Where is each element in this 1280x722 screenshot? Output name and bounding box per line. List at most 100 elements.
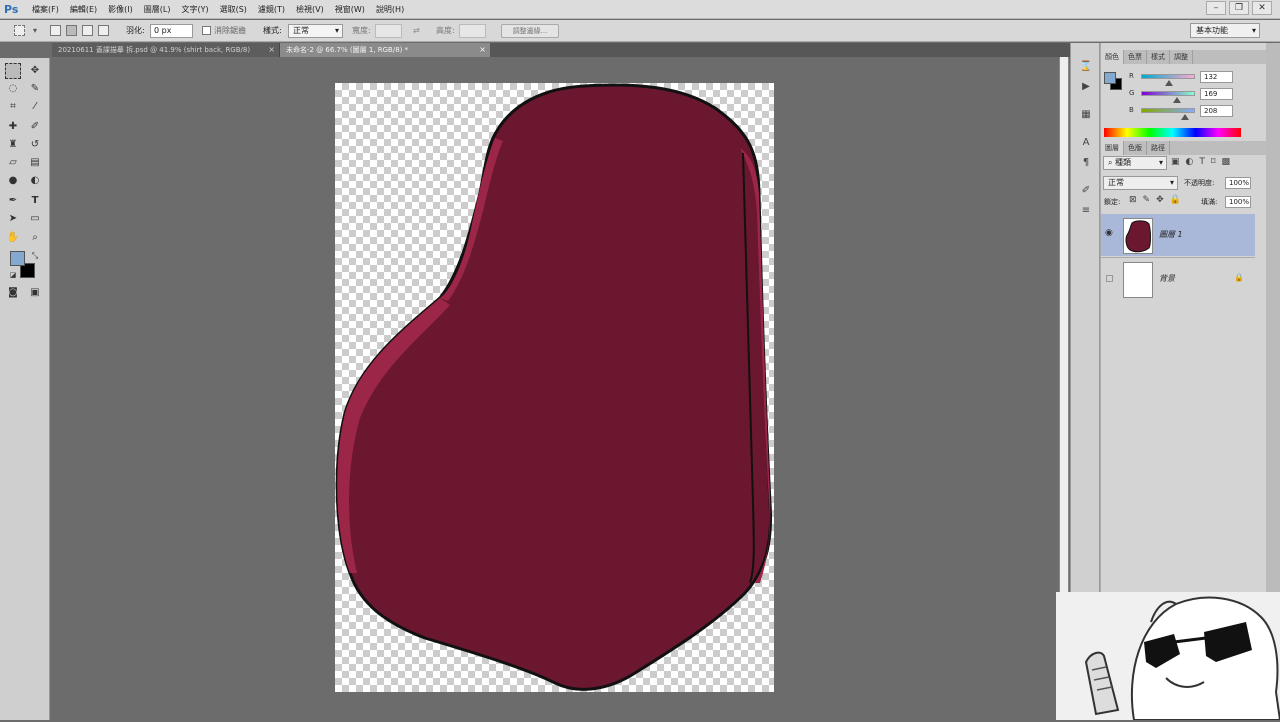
menu-type[interactable]: 文字(Y) [181, 0, 208, 19]
rectangle-tool-icon[interactable]: ▭ [27, 211, 43, 227]
tab-paths[interactable]: 路徑 [1147, 141, 1170, 155]
b-slider[interactable] [1141, 108, 1195, 113]
history-brush-tool-icon[interactable]: ↺ [27, 137, 43, 153]
preset-dropdown-icon[interactable]: ▾ [33, 24, 37, 38]
add-selection-icon[interactable] [66, 25, 77, 36]
tab-styles[interactable]: 樣式 [1147, 50, 1170, 64]
subtract-selection-icon[interactable] [82, 25, 93, 36]
tab-document-1[interactable]: 20210611 蓋課描摹 拆.psd @ 41.9% (shirt back,… [52, 43, 280, 57]
visibility-toggle[interactable] [1106, 275, 1113, 282]
dodge-tool-icon[interactable]: ◐ [27, 173, 43, 189]
fill-label: 填滿: [1201, 198, 1218, 206]
scrollbar-thumb[interactable] [1060, 57, 1068, 592]
b-slider-thumb[interactable] [1181, 114, 1189, 120]
quick-mask-icon[interactable]: ◙ [5, 285, 21, 301]
feather-input[interactable]: 0 px [150, 24, 193, 38]
foreground-color-swatch[interactable] [10, 251, 25, 266]
layers-panel-tabs: 圖層 色版 路徑 [1101, 141, 1267, 155]
eraser-tool-icon[interactable]: ▱ [5, 155, 21, 171]
tab-adjustments[interactable]: 調整 [1170, 50, 1193, 64]
menu-bar: Ps 檔案(F) 編輯(E) 影像(I) 圖層(L) 文字(Y) 選取(S) 濾… [0, 0, 1280, 19]
pen-tool-icon[interactable]: ✒ [5, 193, 21, 209]
tab-color[interactable]: 顏色 [1101, 50, 1124, 64]
new-selection-icon[interactable] [50, 25, 61, 36]
hand-tool-icon[interactable]: ✋ [5, 230, 21, 246]
g-slider-thumb[interactable] [1173, 97, 1181, 103]
canvas-area [51, 57, 1059, 720]
menu-layer[interactable]: 圖層(L) [144, 0, 171, 19]
history-panel-icon[interactable]: ⌛ [1078, 59, 1094, 75]
minimize-button[interactable]: – [1206, 1, 1226, 15]
layer-filter-select[interactable]: ⌕ 種類 [1103, 156, 1167, 170]
screen-mode-icon[interactable]: ▣ [27, 285, 43, 301]
layer-filter-icons[interactable]: ▣◐T⌑▩ [1171, 157, 1236, 167]
blend-mode-select[interactable]: 正常 [1103, 176, 1178, 190]
antialias-checkbox[interactable] [202, 26, 211, 35]
restore-button[interactable]: ❐ [1229, 1, 1249, 15]
opacity-input[interactable]: 100% [1225, 177, 1251, 189]
document-canvas[interactable] [335, 83, 774, 692]
default-colors-icon[interactable]: ◪ [5, 267, 21, 283]
close-button[interactable]: ✕ [1252, 1, 1272, 15]
r-value[interactable]: 132 [1200, 71, 1233, 83]
close-tab-icon[interactable]: × [268, 43, 275, 57]
r-slider[interactable] [1141, 74, 1195, 79]
workspace-select[interactable]: 基本功能 [1190, 23, 1260, 38]
layer-name[interactable]: 背景 [1159, 273, 1175, 284]
tab-layers[interactable]: 圖層 [1101, 141, 1124, 155]
healing-brush-tool-icon[interactable]: ✚ [5, 119, 21, 135]
swap-icon[interactable]: ⇄ [413, 24, 420, 38]
marquee-tool-icon[interactable] [5, 63, 21, 79]
visibility-eye-icon[interactable]: ◉ [1105, 228, 1113, 238]
clone-stamp-tool-icon[interactable]: ♜ [5, 137, 21, 153]
zoom-tool-icon[interactable]: ⌕ [27, 230, 43, 246]
tab-document-2[interactable]: 未命名-2 @ 66.7% (圖層 1, RGB/8) * × [280, 43, 490, 57]
eyedropper-tool-icon[interactable]: ⁄ [27, 99, 43, 115]
properties-panel-icon[interactable]: ≡ [1078, 203, 1094, 219]
intersect-selection-icon[interactable] [98, 25, 109, 36]
blur-tool-icon[interactable]: ● [5, 173, 21, 189]
brush-tool-icon[interactable]: ✐ [27, 119, 43, 135]
refine-edge-button[interactable]: 調整邊緣... [501, 24, 559, 38]
brush-panel-icon[interactable]: ✐ [1078, 183, 1094, 199]
b-value[interactable]: 208 [1200, 105, 1233, 117]
layer-row-background[interactable]: 背景 🔒 [1101, 257, 1255, 299]
crop-tool-icon[interactable]: ⌗ [5, 99, 21, 115]
path-select-tool-icon[interactable]: ➤ [5, 211, 21, 227]
style-select[interactable]: 正常 [288, 24, 343, 38]
actions-panel-icon[interactable]: ▶ [1078, 79, 1094, 95]
g-slider[interactable] [1141, 91, 1195, 96]
character-panel-icon[interactable]: A [1078, 135, 1094, 151]
type-tool-icon[interactable]: T [27, 193, 43, 209]
height-input[interactable] [459, 24, 486, 38]
menu-window[interactable]: 視窗(W) [335, 0, 365, 19]
layer-name[interactable]: 圖層 1 [1159, 229, 1183, 240]
marquee-preset-icon[interactable] [14, 25, 25, 36]
color-spectrum[interactable] [1104, 128, 1241, 137]
fill-input[interactable]: 100% [1225, 196, 1251, 208]
paragraph-panel-icon[interactable]: ¶ [1078, 155, 1094, 171]
swap-colors-icon[interactable]: ⤡ [27, 248, 43, 264]
menu-help[interactable]: 說明(H) [376, 0, 404, 19]
layer-row-layer1[interactable]: ◉ 圖層 1 [1101, 214, 1255, 256]
menu-image[interactable]: 影像(I) [108, 0, 133, 19]
quick-select-tool-icon[interactable]: ✎ [27, 81, 43, 97]
menu-select[interactable]: 選取(S) [220, 0, 247, 19]
layer-thumbnail [1123, 262, 1153, 298]
swatches-panel-icon[interactable]: ▦ [1078, 107, 1094, 123]
g-value[interactable]: 169 [1200, 88, 1233, 100]
close-tab-icon[interactable]: × [479, 43, 486, 57]
move-tool-icon[interactable]: ✥ [27, 63, 43, 79]
lock-icons[interactable]: ⊠✎✥🔒 [1129, 195, 1187, 205]
menu-file[interactable]: 檔案(F) [32, 0, 59, 19]
tab-swatches[interactable]: 色票 [1124, 50, 1147, 64]
width-input[interactable] [375, 24, 402, 38]
gradient-tool-icon[interactable]: ▤ [27, 155, 43, 171]
menu-view[interactable]: 檢視(V) [296, 0, 324, 19]
tab-channels[interactable]: 色版 [1124, 141, 1147, 155]
menu-filter[interactable]: 濾鏡(T) [258, 0, 285, 19]
r-slider-thumb[interactable] [1165, 80, 1173, 86]
menu-edit[interactable]: 編輯(E) [70, 0, 97, 19]
lasso-tool-icon[interactable]: ◌ [5, 81, 21, 97]
color-fg-swatch[interactable] [1104, 72, 1116, 84]
